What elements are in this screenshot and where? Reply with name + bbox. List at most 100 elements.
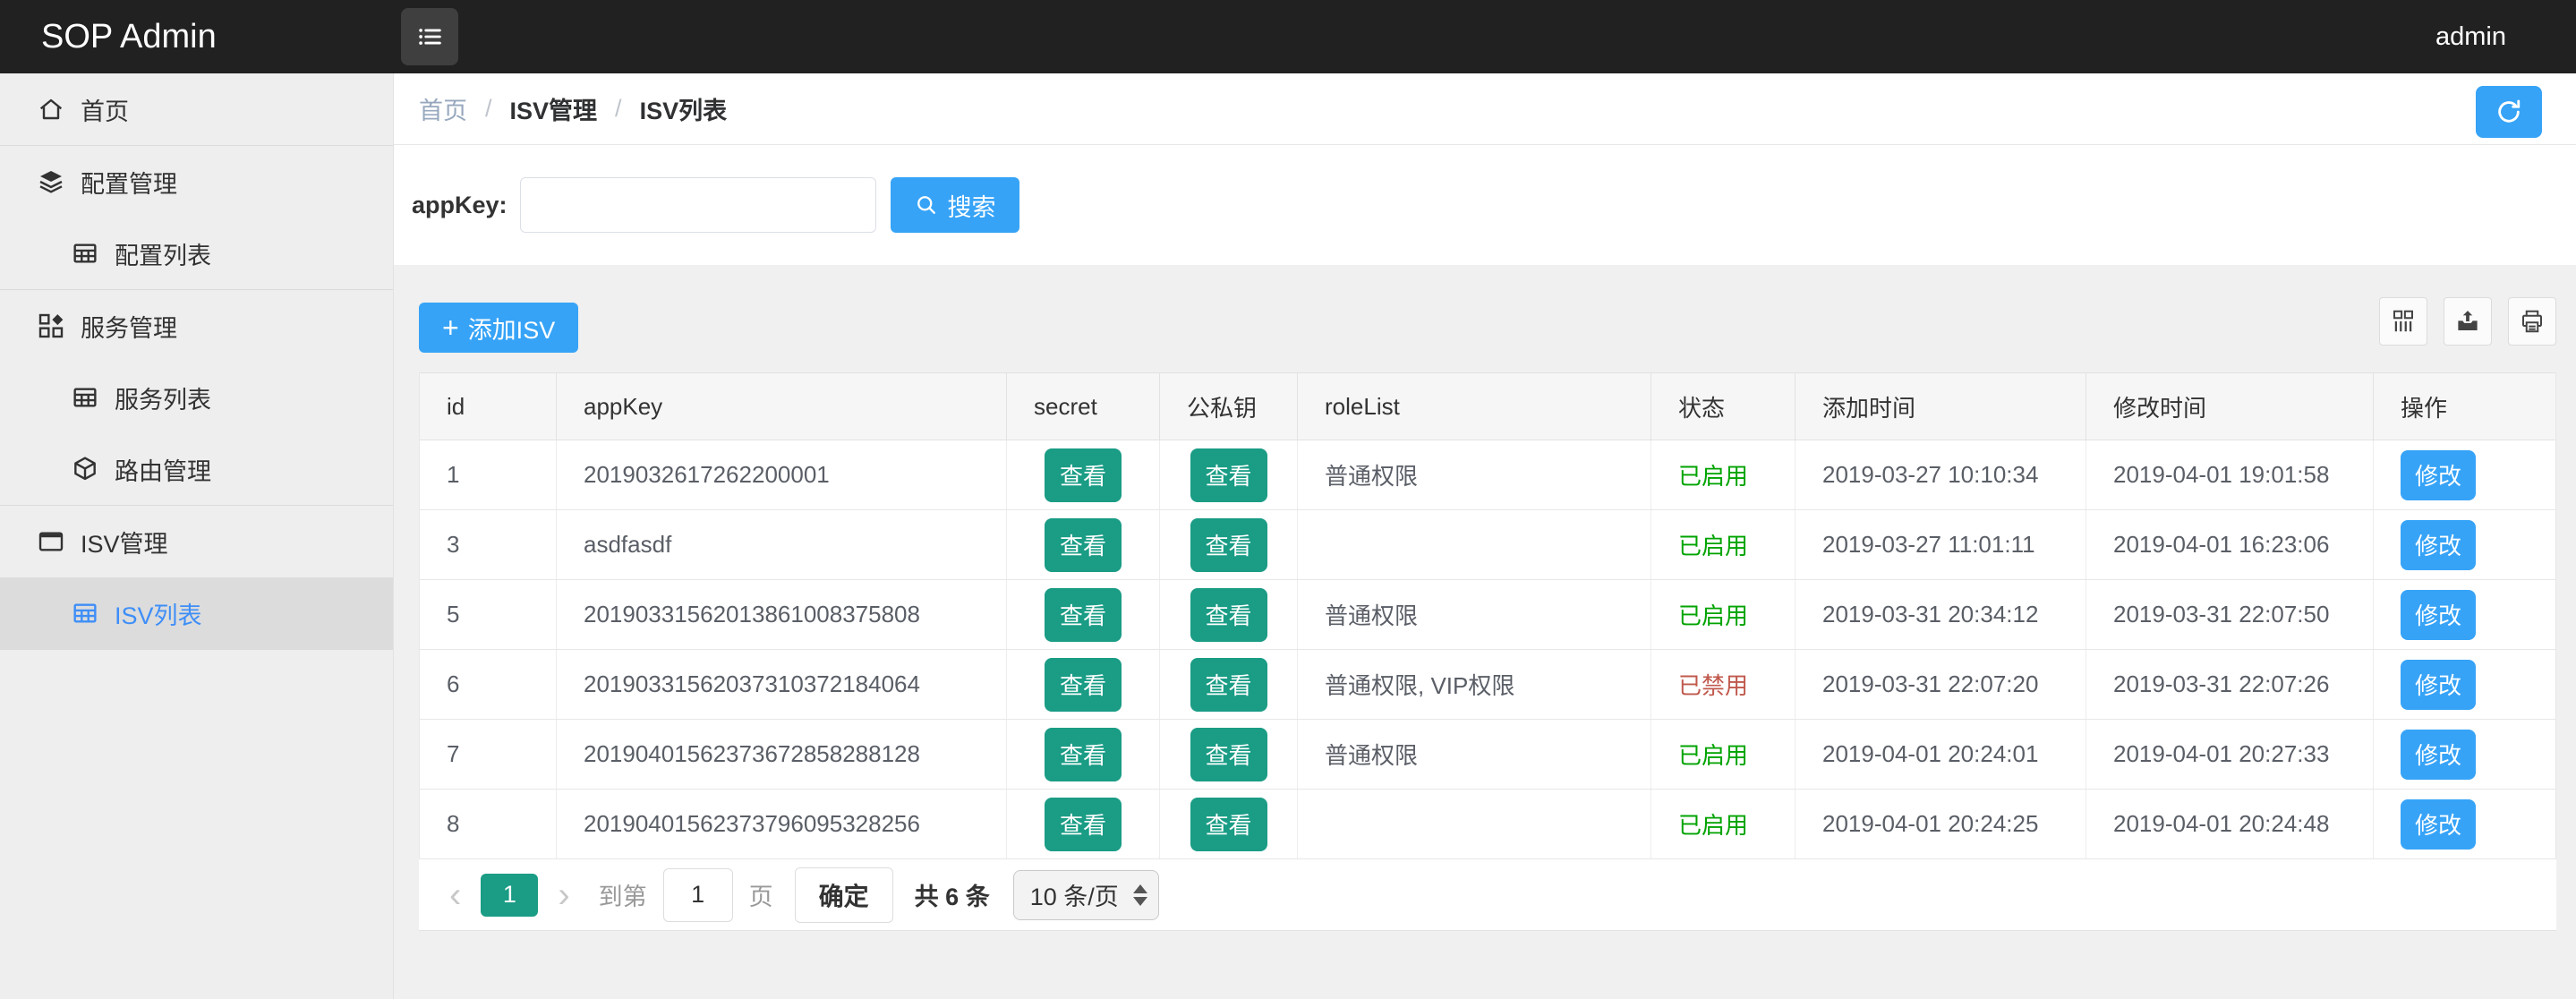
cell-appkey: asdfasdf (557, 510, 1007, 579)
app-logo: SOP Admin (41, 0, 217, 73)
breadcrumb: 首页 / ISV管理 / ISV列表 (394, 73, 2576, 145)
page-size-select[interactable]: 10 条/页 (1013, 870, 1159, 920)
view-keys-button[interactable]: 查看 (1190, 518, 1267, 572)
cell-id: 7 (420, 720, 557, 789)
total-count-label: 共 6 条 (915, 877, 990, 912)
plus-icon: + (442, 313, 459, 342)
table-row: 1 2019032617262200001 查看 查看 普通权限 已启用 201… (420, 440, 2555, 510)
view-keys-button[interactable]: 查看 (1190, 728, 1267, 781)
status-badge: 已启用 (1651, 440, 1796, 509)
isv-table-card: + 添加ISV id appKey secret 公私钥 (419, 265, 2556, 931)
confirm-page-button[interactable]: 确定 (795, 867, 893, 923)
refresh-icon (2494, 97, 2524, 127)
edit-button[interactable]: 修改 (2401, 799, 2476, 850)
view-secret-button[interactable]: 查看 (1045, 448, 1122, 502)
cell-id: 5 (420, 580, 557, 649)
view-secret-button[interactable]: 查看 (1045, 518, 1122, 572)
status-badge: 已启用 (1651, 790, 1796, 858)
view-secret-button[interactable]: 查看 (1045, 798, 1122, 851)
add-isv-button[interactable]: + 添加ISV (419, 303, 578, 353)
table-toolbar: + 添加ISV (419, 265, 2556, 372)
edit-button[interactable]: 修改 (2401, 660, 2476, 710)
breadcrumb-home[interactable]: 首页 (419, 91, 467, 126)
cell-created: 2019-03-31 20:34:12 (1796, 580, 2086, 649)
goto-page-input[interactable] (663, 868, 733, 922)
topbar: SOP Admin admin (0, 0, 2576, 73)
search-button[interactable]: 搜索 (891, 177, 1019, 233)
breadcrumb-isv-mgmt[interactable]: ISV管理 (510, 91, 598, 126)
breadcrumb-isv-list[interactable]: ISV列表 (640, 91, 728, 126)
sidebar-item-service-mgmt[interactable]: 服务管理 (0, 290, 393, 362)
view-keys-button[interactable]: 查看 (1190, 798, 1267, 851)
sidebar-item-service-list[interactable]: 服务列表 (0, 362, 393, 433)
edit-button[interactable]: 修改 (2401, 590, 2476, 640)
sidebar-item-config-list[interactable]: 配置列表 (0, 218, 393, 289)
table-row: 3 asdfasdf 查看 查看 已启用 2019-03-27 11:01:11… (420, 510, 2555, 580)
search-button-label: 搜索 (948, 188, 996, 223)
table-row: 7 20190401562373672858288128 查看 查看 普通权限 … (420, 720, 2555, 790)
cell-created: 2019-03-31 22:07:20 (1796, 650, 2086, 719)
edit-button[interactable]: 修改 (2401, 730, 2476, 780)
columns-icon (2390, 308, 2417, 335)
edit-button[interactable]: 修改 (2401, 520, 2476, 570)
sidebar-item-isv-list[interactable]: ISV列表 (0, 577, 393, 649)
appkey-search-input[interactable] (520, 177, 876, 233)
sidebar-toggle-button[interactable] (401, 8, 458, 65)
toggle-columns-button[interactable] (2379, 297, 2427, 346)
search-label: appKey: (412, 192, 508, 219)
view-secret-button[interactable]: 查看 (1045, 658, 1122, 712)
cell-appkey: 20190401562373796095328256 (557, 790, 1007, 858)
status-badge: 已禁用 (1651, 650, 1796, 719)
next-page-button[interactable]: › (554, 877, 573, 913)
view-keys-button[interactable]: 查看 (1190, 588, 1267, 642)
cell-created: 2019-03-27 10:10:34 (1796, 440, 2086, 509)
sidebar-item-route-mgmt[interactable]: 路由管理 (0, 433, 393, 505)
view-keys-button[interactable]: 查看 (1190, 448, 1267, 502)
sidebar-item-config-mgmt[interactable]: 配置管理 (0, 146, 393, 218)
sidebar-item-isv-mgmt[interactable]: ISV管理 (0, 506, 393, 577)
cell-rolelist (1298, 510, 1651, 579)
home-icon (36, 94, 66, 124)
print-button[interactable] (2508, 297, 2556, 346)
cell-appkey: 20190331562013861008375808 (557, 580, 1007, 649)
hamburger-icon (414, 21, 445, 52)
goto-page-suffix: 页 (749, 877, 773, 912)
sidebar-item-home[interactable]: 首页 (0, 73, 393, 145)
sidebar-item-label: 首页 (81, 92, 129, 127)
cell-rolelist: 普通权限, VIP权限 (1298, 650, 1651, 719)
table-tools (2379, 297, 2556, 346)
current-user[interactable]: admin (2435, 0, 2506, 73)
column-header-id: id (420, 373, 557, 440)
status-badge: 已启用 (1651, 580, 1796, 649)
column-header-updated: 修改时间 (2086, 373, 2374, 440)
cell-updated: 2019-03-31 22:07:26 (2086, 650, 2374, 719)
sidebar-item-label: 服务管理 (81, 309, 177, 344)
cell-created: 2019-04-01 20:24:01 (1796, 720, 2086, 789)
cell-id: 3 (420, 510, 557, 579)
main-content: 首页 / ISV管理 / ISV列表 appKey: 搜索 + 添加ISV (394, 73, 2576, 999)
sidebar-item-label: 服务列表 (115, 380, 211, 415)
column-header-status: 状态 (1651, 373, 1796, 440)
view-secret-button[interactable]: 查看 (1045, 588, 1122, 642)
current-page-button[interactable]: 1 (481, 874, 538, 917)
table-row: 6 20190331562037310372184064 查看 查看 普通权限,… (420, 650, 2555, 720)
table-icon (70, 382, 100, 413)
window-icon (36, 526, 66, 557)
cell-appkey: 20190401562373672858288128 (557, 720, 1007, 789)
sidebar-item-label: ISV管理 (81, 525, 168, 559)
edit-button[interactable]: 修改 (2401, 450, 2476, 500)
export-button[interactable] (2444, 297, 2492, 346)
refresh-button[interactable] (2476, 86, 2542, 138)
column-header-secret: secret (1007, 373, 1160, 440)
view-keys-button[interactable]: 查看 (1190, 658, 1267, 712)
add-isv-label: 添加ISV (468, 311, 556, 346)
breadcrumb-separator: / (615, 95, 622, 123)
sidebar-item-label: ISV列表 (115, 596, 202, 631)
prev-page-button[interactable]: ‹ (446, 877, 465, 913)
divider (0, 649, 393, 650)
table-row: 5 20190331562013861008375808 查看 查看 普通权限 … (420, 580, 2555, 650)
cell-appkey: 20190331562037310372184064 (557, 650, 1007, 719)
status-badge: 已启用 (1651, 510, 1796, 579)
view-secret-button[interactable]: 查看 (1045, 728, 1122, 781)
column-header-keys: 公私钥 (1160, 373, 1298, 440)
